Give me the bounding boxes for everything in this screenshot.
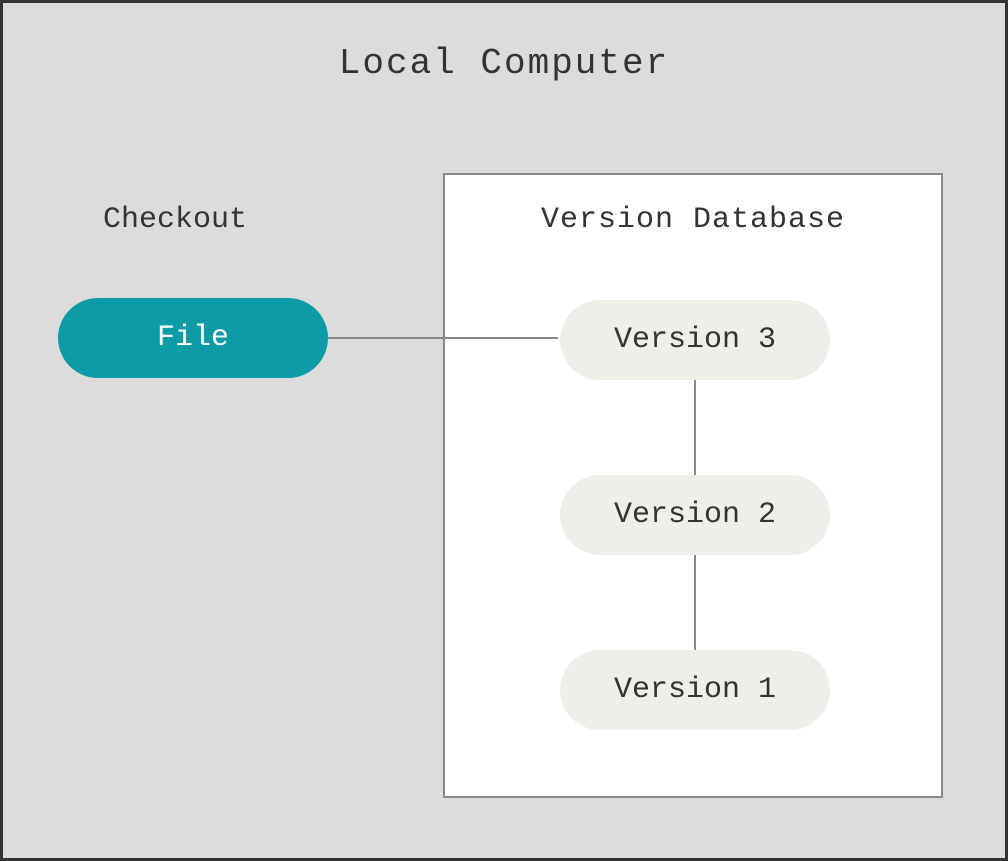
file-node: File <box>58 298 328 378</box>
version-database-container: Version Database Version 3 Version 2 Ver… <box>443 173 943 798</box>
diagram-title: Local Computer <box>3 43 1005 84</box>
database-label: Version Database <box>445 203 941 237</box>
connector-file-to-v3 <box>328 337 558 339</box>
connector-v2-to-v1 <box>694 555 696 650</box>
file-node-label: File <box>157 321 229 355</box>
version-3-label: Version 3 <box>614 323 776 357</box>
checkout-label: Checkout <box>103 203 247 237</box>
version-1-label: Version 1 <box>614 673 776 707</box>
version-2-node: Version 2 <box>560 475 830 555</box>
version-3-node: Version 3 <box>560 300 830 380</box>
connector-v3-to-v2 <box>694 380 696 475</box>
version-1-node: Version 1 <box>560 650 830 730</box>
local-computer-container: Local Computer Checkout File Version Dat… <box>0 0 1008 861</box>
version-2-label: Version 2 <box>614 498 776 532</box>
